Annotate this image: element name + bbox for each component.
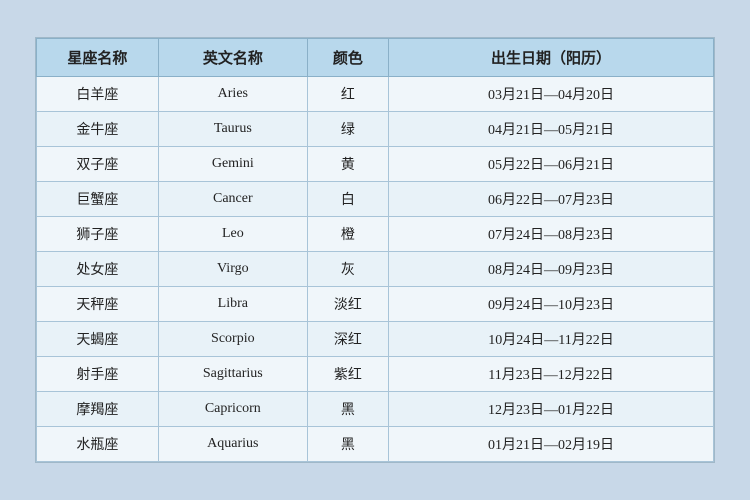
cell-zh-name: 射手座 (37, 357, 159, 392)
cell-en-name: Scorpio (158, 322, 307, 357)
cell-color: 红 (307, 77, 388, 112)
cell-zh-name: 天秤座 (37, 287, 159, 322)
cell-date: 04月21日—05月21日 (389, 112, 714, 147)
cell-en-name: Libra (158, 287, 307, 322)
zodiac-table: 星座名称 英文名称 颜色 出生日期（阳历） 白羊座Aries红03月21日—04… (36, 38, 714, 462)
cell-color: 淡红 (307, 287, 388, 322)
cell-date: 07月24日—08月23日 (389, 217, 714, 252)
cell-date: 03月21日—04月20日 (389, 77, 714, 112)
cell-date: 12月23日—01月22日 (389, 392, 714, 427)
table-row: 射手座Sagittarius紫红11月23日—12月22日 (37, 357, 714, 392)
table-row: 处女座Virgo灰08月24日—09月23日 (37, 252, 714, 287)
zodiac-table-container: 星座名称 英文名称 颜色 出生日期（阳历） 白羊座Aries红03月21日—04… (35, 37, 715, 463)
cell-en-name: Cancer (158, 182, 307, 217)
cell-zh-name: 摩羯座 (37, 392, 159, 427)
cell-date: 09月24日—10月23日 (389, 287, 714, 322)
cell-en-name: Virgo (158, 252, 307, 287)
cell-en-name: Aries (158, 77, 307, 112)
table-body: 白羊座Aries红03月21日—04月20日金牛座Taurus绿04月21日—0… (37, 77, 714, 462)
cell-zh-name: 白羊座 (37, 77, 159, 112)
table-row: 天秤座Libra淡红09月24日—10月23日 (37, 287, 714, 322)
cell-date: 11月23日—12月22日 (389, 357, 714, 392)
table-row: 摩羯座Capricorn黑12月23日—01月22日 (37, 392, 714, 427)
cell-color: 橙 (307, 217, 388, 252)
cell-zh-name: 巨蟹座 (37, 182, 159, 217)
table-row: 天蝎座Scorpio深红10月24日—11月22日 (37, 322, 714, 357)
cell-color: 绿 (307, 112, 388, 147)
cell-color: 黑 (307, 427, 388, 462)
cell-color: 黄 (307, 147, 388, 182)
table-row: 白羊座Aries红03月21日—04月20日 (37, 77, 714, 112)
cell-date: 01月21日—02月19日 (389, 427, 714, 462)
table-row: 狮子座Leo橙07月24日—08月23日 (37, 217, 714, 252)
header-en-name: 英文名称 (158, 39, 307, 77)
cell-zh-name: 双子座 (37, 147, 159, 182)
cell-date: 08月24日—09月23日 (389, 252, 714, 287)
cell-zh-name: 水瓶座 (37, 427, 159, 462)
header-date: 出生日期（阳历） (389, 39, 714, 77)
cell-color: 黑 (307, 392, 388, 427)
cell-date: 06月22日—07月23日 (389, 182, 714, 217)
cell-en-name: Sagittarius (158, 357, 307, 392)
table-row: 水瓶座Aquarius黑01月21日—02月19日 (37, 427, 714, 462)
cell-en-name: Taurus (158, 112, 307, 147)
table-row: 双子座Gemini黄05月22日—06月21日 (37, 147, 714, 182)
cell-zh-name: 处女座 (37, 252, 159, 287)
table-header-row: 星座名称 英文名称 颜色 出生日期（阳历） (37, 39, 714, 77)
cell-color: 白 (307, 182, 388, 217)
cell-color: 紫红 (307, 357, 388, 392)
cell-zh-name: 金牛座 (37, 112, 159, 147)
header-zh-name: 星座名称 (37, 39, 159, 77)
cell-en-name: Aquarius (158, 427, 307, 462)
cell-date: 10月24日—11月22日 (389, 322, 714, 357)
table-row: 巨蟹座Cancer白06月22日—07月23日 (37, 182, 714, 217)
cell-en-name: Gemini (158, 147, 307, 182)
table-row: 金牛座Taurus绿04月21日—05月21日 (37, 112, 714, 147)
cell-en-name: Leo (158, 217, 307, 252)
cell-date: 05月22日—06月21日 (389, 147, 714, 182)
cell-zh-name: 狮子座 (37, 217, 159, 252)
header-color: 颜色 (307, 39, 388, 77)
cell-color: 灰 (307, 252, 388, 287)
cell-en-name: Capricorn (158, 392, 307, 427)
cell-zh-name: 天蝎座 (37, 322, 159, 357)
cell-color: 深红 (307, 322, 388, 357)
